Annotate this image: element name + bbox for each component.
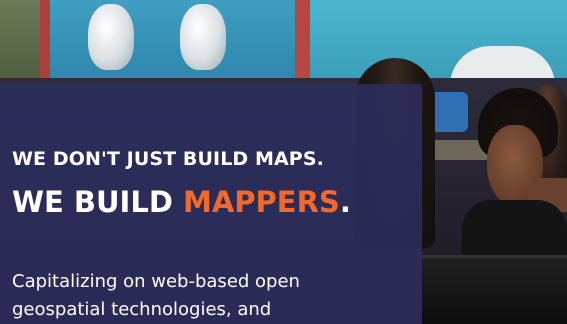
headline-suffix: . (339, 185, 351, 219)
mural-face (88, 4, 134, 70)
mount-rushmore-mural (40, 0, 303, 82)
hero-description: Capitalizing on web-based open geospatia… (12, 268, 412, 324)
description-line-1: Capitalizing on web-based open (12, 271, 300, 292)
computer-monitor (420, 255, 567, 324)
hero-banner: WE DON'T JUST BUILD MAPS. WE BUILD MAPPE… (0, 0, 567, 324)
capitol-mural (300, 0, 567, 92)
headline-line-1: WE DON'T JUST BUILD MAPS. (12, 148, 324, 170)
wall-section (0, 0, 40, 90)
headline-accent: MAPPERS (182, 185, 340, 219)
headline-prefix: WE BUILD (12, 185, 183, 219)
headline-line-2: WE BUILD MAPPERS. (12, 185, 351, 219)
description-line-2: geospatial technologies, and (12, 299, 272, 320)
mural-face (180, 4, 226, 70)
blue-chair (430, 92, 468, 132)
